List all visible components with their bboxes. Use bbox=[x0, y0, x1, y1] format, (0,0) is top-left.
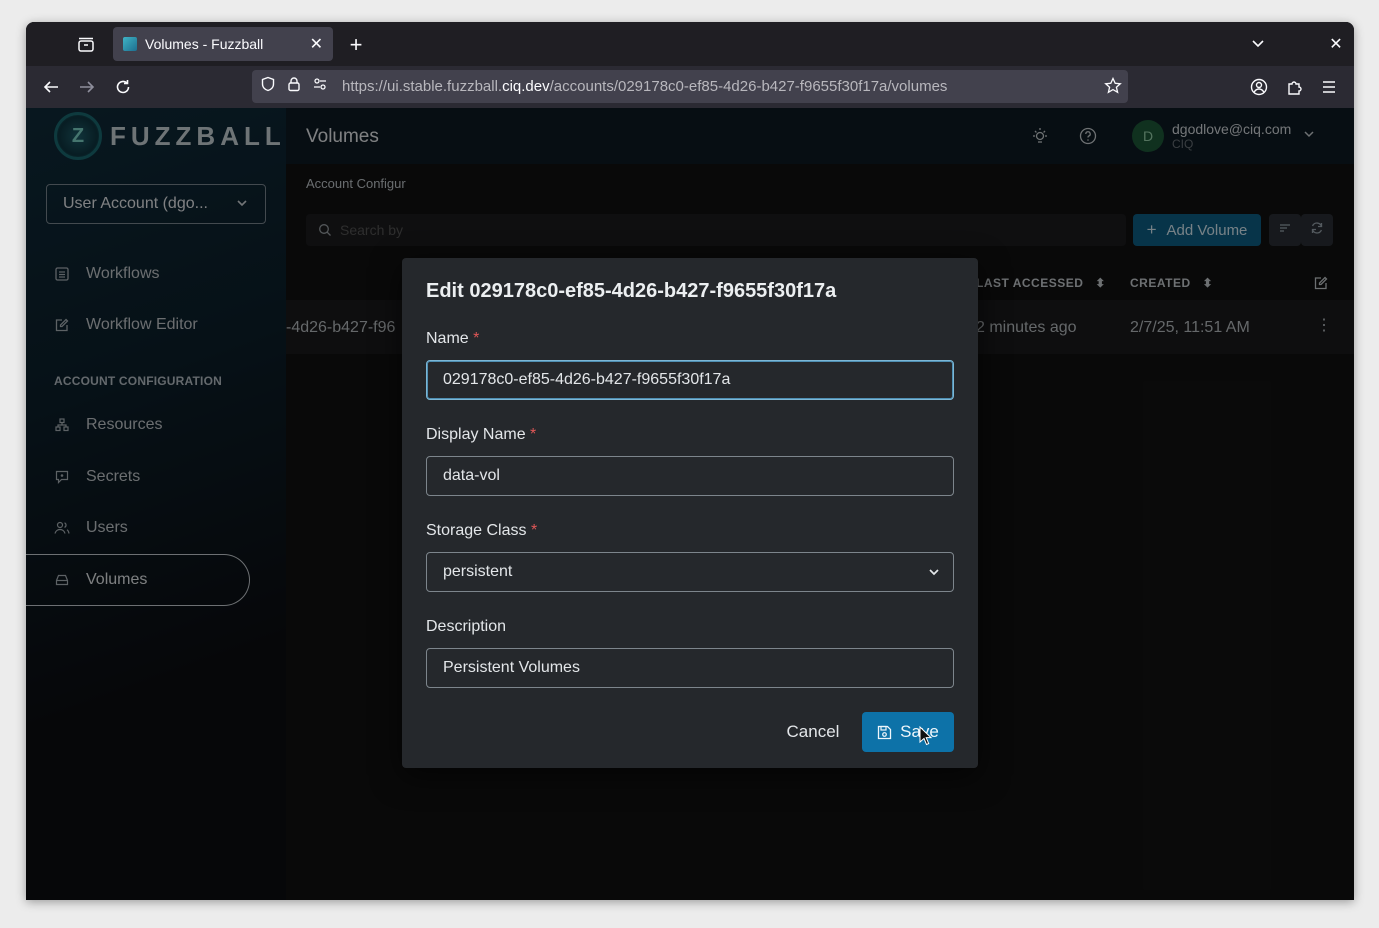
browser-window: Volumes - Fuzzball ✕ + ✕ https://ui.stab… bbox=[26, 22, 1354, 900]
required-mark: * bbox=[530, 426, 537, 443]
name-value: 029178c0-ef85-4d26-b427-f9655f30f17a bbox=[443, 371, 731, 388]
tab-close-icon[interactable]: ✕ bbox=[310, 34, 323, 54]
chevron-down-icon bbox=[927, 565, 941, 584]
description-label: Description bbox=[426, 618, 507, 635]
reload-icon[interactable] bbox=[112, 76, 134, 98]
label-text: Storage Class bbox=[426, 522, 527, 539]
permissions-icon[interactable] bbox=[312, 76, 328, 97]
tab-bar: Volumes - Fuzzball ✕ + ✕ bbox=[26, 22, 1354, 66]
tab-list-icon[interactable] bbox=[74, 34, 98, 56]
url-bar[interactable]: https://ui.stable.fuzzball.ciq.dev/accou… bbox=[252, 70, 1128, 103]
name-field[interactable]: 029178c0-ef85-4d26-b427-f9655f30f17a bbox=[426, 360, 954, 400]
lock-icon[interactable] bbox=[286, 76, 302, 97]
display-name-label: Display Name * bbox=[426, 426, 536, 444]
menu-icon[interactable] bbox=[1318, 76, 1340, 98]
storage-class-label: Storage Class * bbox=[426, 522, 537, 540]
mouse-cursor-icon bbox=[919, 725, 933, 751]
browser-tab[interactable]: Volumes - Fuzzball ✕ bbox=[113, 27, 333, 61]
description-field[interactable]: Persistent Volumes bbox=[426, 648, 954, 688]
extensions-icon[interactable] bbox=[1284, 76, 1306, 98]
navigation-bar: https://ui.stable.fuzzball.ciq.dev/accou… bbox=[26, 66, 1354, 108]
dialog-title: Edit 029178c0-ef85-4d26-b427-f9655f30f17… bbox=[426, 280, 837, 302]
floppy-disk-icon bbox=[877, 725, 892, 740]
shield-icon[interactable] bbox=[260, 76, 276, 97]
new-tab-icon[interactable]: + bbox=[344, 32, 368, 58]
label-text: Display Name bbox=[426, 426, 526, 443]
edit-volume-dialog: Edit 029178c0-ef85-4d26-b427-f9655f30f17… bbox=[402, 258, 978, 768]
url-domain: ciq.dev bbox=[502, 78, 550, 95]
bookmark-star-icon[interactable] bbox=[1104, 76, 1122, 100]
required-mark: * bbox=[530, 522, 538, 539]
modal-backdrop[interactable]: Edit 029178c0-ef85-4d26-b427-f9655f30f17… bbox=[26, 108, 1354, 900]
storage-class-value: persistent bbox=[443, 563, 513, 580]
back-icon[interactable] bbox=[40, 76, 62, 98]
chevron-down-icon[interactable] bbox=[1248, 34, 1268, 54]
url-path: /accounts/029178c0-ef85-4d26-b427-f9655f… bbox=[549, 78, 948, 95]
tab-title: Volumes - Fuzzball bbox=[145, 36, 264, 52]
save-button[interactable]: Save bbox=[862, 712, 954, 752]
storage-class-select[interactable]: persistent bbox=[426, 552, 954, 592]
required-mark: * bbox=[473, 330, 480, 347]
forward-icon[interactable] bbox=[76, 76, 98, 98]
fuzzball-favicon-icon bbox=[123, 37, 137, 51]
cancel-button[interactable]: Cancel bbox=[780, 712, 846, 752]
display-name-value: data-vol bbox=[443, 467, 500, 484]
account-icon[interactable] bbox=[1248, 76, 1270, 98]
label-text: Name bbox=[426, 330, 469, 347]
window-close-icon[interactable]: ✕ bbox=[1326, 34, 1346, 54]
url-prefix: https://ui.stable.fuzzball. bbox=[342, 78, 503, 95]
url-text[interactable]: https://ui.stable.fuzzball.ciq.dev/accou… bbox=[342, 78, 947, 95]
description-value: Persistent Volumes bbox=[443, 659, 580, 676]
display-name-field[interactable]: data-vol bbox=[426, 456, 954, 496]
name-label: Name * bbox=[426, 330, 479, 348]
